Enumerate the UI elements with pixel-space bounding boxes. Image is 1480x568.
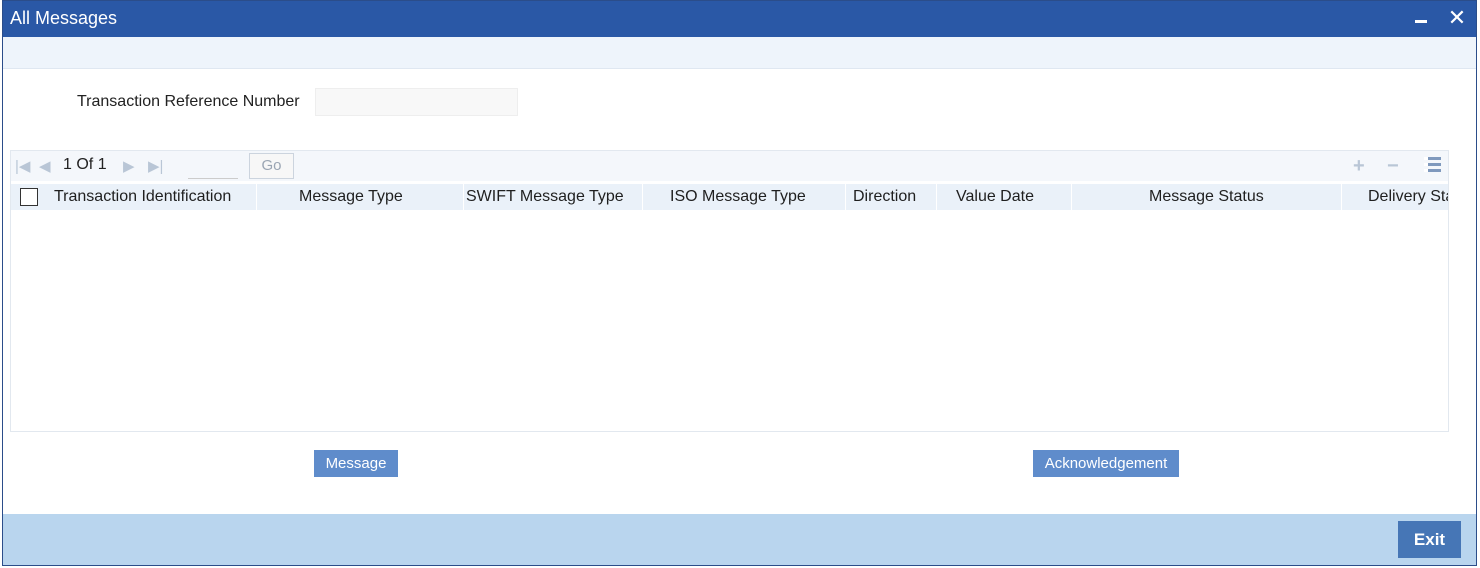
total-pages: 1 (97, 156, 107, 173)
close-icon[interactable]: ✕ (1446, 7, 1468, 29)
last-page-icon[interactable]: ▶| (148, 157, 163, 175)
columns-icon[interactable] (1424, 157, 1441, 174)
column-header-value-date[interactable]: Value Date (956, 184, 1034, 210)
message-button[interactable]: Message (314, 450, 398, 477)
window-title: All Messages (10, 8, 118, 28)
footer-bar: Exit (3, 514, 1476, 565)
all-messages-window: All Messages ✕ Transaction Reference Num… (2, 0, 1477, 566)
column-header-transaction-identification[interactable]: Transaction Identification (54, 184, 231, 210)
column-divider (1071, 184, 1072, 210)
column-header-direction[interactable]: Direction (853, 184, 916, 210)
delete-row-icon[interactable]: − (1387, 155, 1399, 178)
exit-button[interactable]: Exit (1398, 521, 1461, 558)
messages-grid: |◀ ◀ 1 Of 1 ▶ ▶| Go + − Transaction Iden… (10, 150, 1449, 432)
go-button[interactable]: Go (249, 153, 294, 179)
column-divider (936, 184, 937, 210)
acknowledgement-button[interactable]: Acknowledgement (1033, 450, 1179, 477)
column-header-delivery-status[interactable]: Delivery Status (1368, 184, 1448, 210)
of-label: Of (76, 156, 94, 173)
first-page-icon[interactable]: |◀ (15, 157, 30, 175)
column-header-iso-message-type[interactable]: ISO Message Type (670, 184, 806, 210)
grid-header: Transaction Identification Message Type … (11, 184, 1448, 210)
transaction-reference-input[interactable] (315, 88, 518, 116)
column-divider (463, 184, 464, 210)
select-all-checkbox[interactable] (20, 188, 38, 206)
column-divider (256, 184, 257, 210)
column-divider (845, 184, 846, 210)
minimize-icon[interactable] (1410, 7, 1432, 29)
column-divider (1341, 184, 1342, 210)
column-header-message-status[interactable]: Message Status (1149, 184, 1264, 210)
next-page-icon[interactable]: ▶ (123, 157, 135, 175)
page-indicator: 1 Of 1 (63, 156, 107, 174)
previous-page-icon[interactable]: ◀ (39, 157, 51, 175)
transaction-reference-label: Transaction Reference Number (77, 93, 300, 110)
grid-pager: |◀ ◀ 1 Of 1 ▶ ▶| Go + − (11, 151, 1448, 181)
column-header-swift-message-type[interactable]: SWIFT Message Type (466, 184, 624, 210)
column-divider (642, 184, 643, 210)
current-page: 1 (63, 156, 72, 173)
toolbar-strip (3, 37, 1476, 69)
add-row-icon[interactable]: + (1353, 155, 1365, 178)
title-bar: All Messages ✕ (3, 1, 1476, 37)
column-header-message-type[interactable]: Message Type (299, 184, 403, 210)
page-number-input[interactable] (188, 154, 238, 179)
